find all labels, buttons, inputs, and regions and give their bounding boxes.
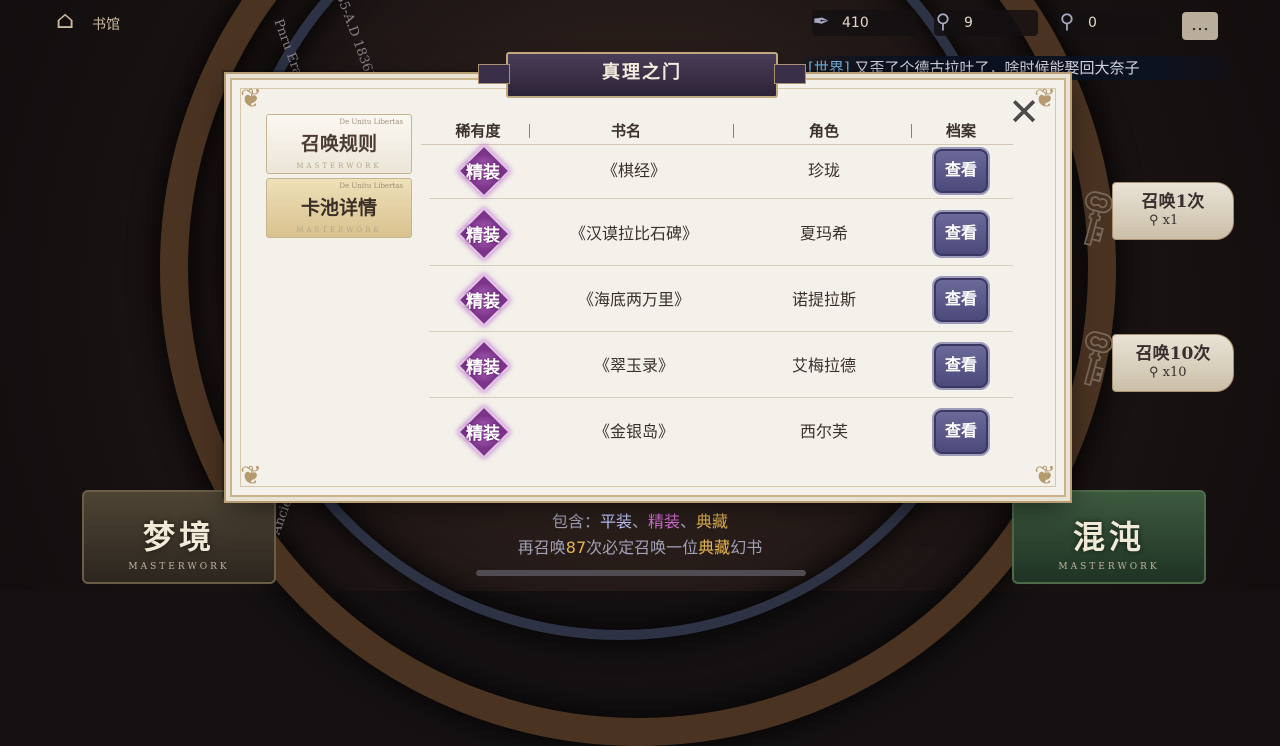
view-archive-button[interactable]: 查看 <box>932 147 990 195</box>
rarity-badge: 精装 <box>457 144 511 198</box>
summon-once-label: 召唤1次 <box>1141 192 1205 212</box>
role-name: 珍珑 <box>807 161 840 180</box>
header-divider <box>911 124 912 138</box>
feather-quill-icon: ✒ <box>812 9 830 33</box>
home-label[interactable]: 书馆 <box>92 14 120 34</box>
pool-contents-text: 包含：平装、精装、典藏 <box>0 508 1280 532</box>
info-prefix: 包含： <box>551 512 600 531</box>
magnifier-icon: ⚲ <box>935 9 951 33</box>
dream-pool-sub: MASTERWORK <box>128 562 230 572</box>
book-title: 《汉谟拉比石碑》 <box>569 224 698 243</box>
tab-label: 召唤规则 <box>300 133 377 155</box>
table-header: 稀有度 书名 角色 档案 <box>421 116 1013 145</box>
resource-value: 0 <box>1088 15 1097 31</box>
book-title: 《翠玉录》 <box>593 356 674 375</box>
view-archive-button[interactable]: 查看 <box>932 276 990 324</box>
tier-rare: 精装 <box>648 512 681 531</box>
summon-once-cost: ⚲ x1 <box>1149 213 1179 228</box>
book-title: 《海底两万里》 <box>577 290 690 309</box>
pity-tier: 典藏 <box>698 538 731 557</box>
summon-once-button[interactable]: 召唤1次 ⚲ x1 <box>1112 182 1234 240</box>
tier-common: 平装 <box>599 512 632 531</box>
pity-counter-text: 再召唤87次必定召唤一位典藏幻书 <box>0 534 1280 558</box>
tab-label: 卡池详情 <box>300 197 377 219</box>
resource-magnifier-2: ⚲ 0 <box>1058 9 1162 36</box>
resource-value: 410 <box>842 15 869 31</box>
resource-quill: ✒ 410 <box>812 9 916 36</box>
rarity-label: 精装 <box>466 358 500 378</box>
tab-pool-details[interactable]: De Unitu Libertas 卡池详情 MASTERWORK <box>266 178 412 238</box>
tab-summon-rules[interactable]: De Unitu Libertas 召唤规则 MASTERWORK <box>266 114 412 174</box>
header-book: 书名 <box>610 122 641 140</box>
view-archive-button[interactable]: 查看 <box>932 342 990 390</box>
table-row: 精装 《翠玉录》 艾梅拉德 查看 <box>429 331 1013 398</box>
book-title: 《金银岛》 <box>593 422 674 441</box>
rarity-badge: 精装 <box>457 207 511 261</box>
pity-count: 87 <box>565 538 587 557</box>
rarity-badge: 精装 <box>457 273 511 327</box>
tab-mini-text: De Unitu Libertas <box>339 182 403 190</box>
info-sep: 、 <box>631 512 648 531</box>
header-divider <box>529 124 530 138</box>
role-name: 西尔芙 <box>799 422 848 441</box>
tab-mini-text: De Unitu Libertas <box>339 118 403 126</box>
rarity-label: 精装 <box>466 163 500 183</box>
role-name: 夏玛希 <box>799 224 848 243</box>
chat-bubble-icon[interactable]: … <box>1182 12 1218 40</box>
rarity-label: 精装 <box>466 226 500 246</box>
pool-table: 稀有度 书名 角色 档案 精装 《棋经》 珍珑 查看 精装 《汉谟拉比石碑》 夏… <box>421 116 1013 462</box>
tab-sub: MASTERWORK <box>296 226 382 234</box>
magnifier-icon: ⚲ <box>1059 9 1075 33</box>
rarity-label: 精装 <box>466 424 500 444</box>
summon-once-cost-value: x1 <box>1162 213 1179 228</box>
home-icon[interactable]: ⌂ <box>56 6 88 38</box>
header-role: 角色 <box>808 122 839 140</box>
header-divider <box>733 124 734 138</box>
view-archive-button[interactable]: 查看 <box>932 408 990 456</box>
table-row: 精装 《汉谟拉比石碑》 夏玛希 查看 <box>429 199 1013 266</box>
rarity-badge: 精装 <box>457 339 511 393</box>
tab-sub: MASTERWORK <box>296 162 382 170</box>
chaos-pool-sub: MASTERWORK <box>1058 562 1160 572</box>
dialog-title: 真理之门 <box>478 52 806 98</box>
table-row: 精装 《海底两万里》 诺提拉斯 查看 <box>429 265 1013 332</box>
pity-text-a: 再召唤 <box>517 538 566 557</box>
summon-ten-cost: ⚲ x10 <box>1149 365 1187 380</box>
corner-ornament-icon: ❦ <box>240 461 262 491</box>
corner-ornament-icon: ❦ <box>240 84 262 114</box>
tier-epic: 典藏 <box>696 512 729 531</box>
resource-magnifier-1: ⚲ 9 <box>934 9 1038 36</box>
header-archive: 档案 <box>945 122 976 140</box>
rarity-badge: 精装 <box>457 405 511 459</box>
table-row: 精装 《金银岛》 西尔芙 查看 <box>429 397 1013 463</box>
pity-text-b: 次必定召唤一位 <box>586 538 699 557</box>
summon-ten-label: 召唤10次 <box>1135 344 1211 364</box>
view-archive-button[interactable]: 查看 <box>932 210 990 258</box>
corner-ornament-icon: ❦ <box>1034 461 1056 491</box>
table-row: 精装 《棋经》 珍珑 查看 <box>429 144 1013 199</box>
role-name: 诺提拉斯 <box>791 290 856 309</box>
rarity-label: 精装 <box>466 292 500 312</box>
resource-value: 9 <box>964 15 973 31</box>
summon-ten-cost-value: x10 <box>1162 365 1187 380</box>
summon-ten-button[interactable]: 召唤10次 ⚲ x10 <box>1112 334 1234 392</box>
home-indicator[interactable] <box>476 570 806 576</box>
role-name: 艾梅拉德 <box>791 356 856 375</box>
header-rarity: 稀有度 <box>455 122 501 140</box>
info-sep: 、 <box>680 512 697 531</box>
book-title: 《棋经》 <box>601 161 666 180</box>
pity-text-c: 幻书 <box>730 538 763 557</box>
